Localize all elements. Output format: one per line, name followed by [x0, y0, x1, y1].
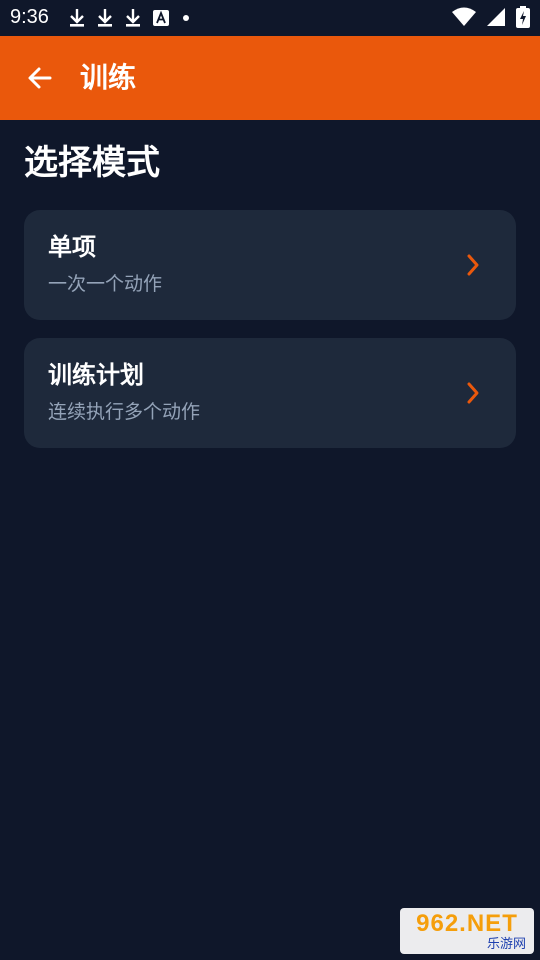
font-a-icon	[153, 10, 169, 26]
option-title: 训练计划	[48, 361, 144, 389]
option-card-plan[interactable]: 训练计划 连续执行多个动作	[24, 338, 516, 448]
back-button[interactable]	[20, 58, 60, 98]
arrow-left-icon	[28, 67, 52, 89]
watermark-logo: 962.NET 乐游网	[400, 908, 534, 954]
notification-icons	[68, 8, 192, 28]
dot-icon	[183, 15, 189, 21]
download-icon	[126, 9, 140, 27]
option-subtitle: 一次一个动作	[48, 273, 163, 295]
status-bar: 9:36	[0, 0, 540, 36]
status-time: 9:36	[10, 6, 49, 28]
app-bar: 训练	[0, 36, 540, 120]
wifi-icon	[452, 7, 476, 26]
watermark-main: 962.NET	[416, 909, 518, 937]
option-card-single[interactable]: 单项 一次一个动作	[24, 210, 516, 320]
option-subtitle: 连续执行多个动作	[48, 401, 201, 423]
battery-charging-icon	[516, 6, 530, 28]
chevron-right-icon	[467, 254, 479, 276]
signal-icon	[487, 8, 505, 26]
chevron-right-icon	[467, 382, 479, 404]
section-title: 选择模式	[24, 143, 160, 183]
download-icon	[70, 9, 84, 27]
page-title: 训练	[80, 61, 137, 94]
option-title: 单项	[48, 233, 96, 261]
download-icon	[98, 9, 112, 27]
watermark-sub: 乐游网	[486, 935, 526, 951]
status-right-icons	[452, 6, 530, 28]
